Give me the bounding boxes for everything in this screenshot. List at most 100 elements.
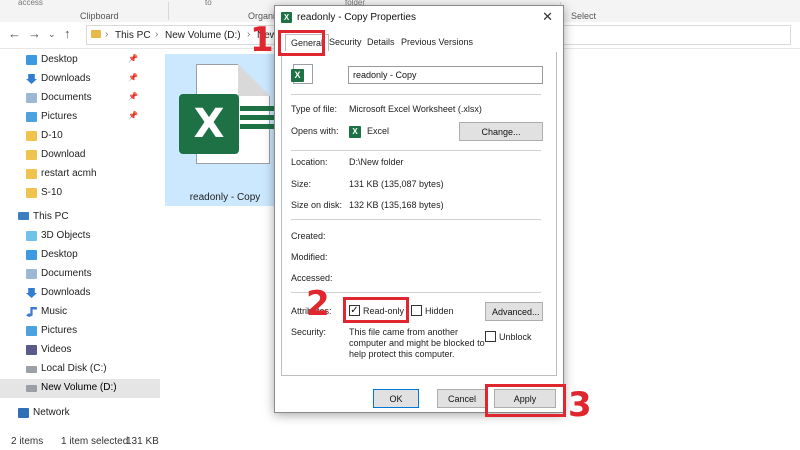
ribbon-to-label: to	[205, 0, 212, 7]
sidebar-item-downloads[interactable]: Downloads 📌	[0, 70, 160, 89]
created-label: Created:	[291, 231, 326, 241]
excel-icon: X	[179, 94, 239, 154]
tab-previous-versions[interactable]: Previous Versions	[401, 37, 473, 47]
sidebar-item-label: Music	[41, 306, 68, 317]
sidebar-item-documents[interactable]: Documents 📌	[0, 89, 160, 108]
sidebar-item-label: Pictures	[41, 325, 78, 336]
close-icon[interactable]: ✕	[542, 9, 553, 25]
sidebar-item-label: New Volume (D:)	[41, 382, 117, 393]
folder-icon	[91, 30, 101, 38]
chevron-right-icon[interactable]: ›	[155, 29, 158, 40]
dialog-title-bar[interactable]: X readonly - Copy Properties ✕	[275, 6, 563, 30]
unblock-checkbox[interactable]	[485, 331, 496, 342]
sidebar-item-label: This PC	[33, 211, 69, 222]
spreadsheet-lines-icon	[240, 106, 276, 146]
sidebar-item-network[interactable]: Network	[0, 404, 160, 423]
sidebar-item-label: 3D Objects	[41, 230, 91, 241]
sidebar-item-label: D-10	[41, 130, 63, 141]
breadcrumb-this-pc[interactable]: This PC	[115, 30, 151, 41]
sidebar-item-restart-acmh[interactable]: restart acmh	[0, 165, 160, 184]
advanced-button[interactable]: Advanced...	[485, 302, 543, 321]
opens-with-value: Excel	[367, 126, 390, 136]
folder-icon	[26, 131, 37, 141]
sidebar-item-label: Documents	[41, 92, 92, 103]
pin-icon[interactable]: 📌	[128, 92, 138, 101]
step-2-highlight-box	[343, 297, 409, 323]
chevron-right-icon[interactable]: ›	[105, 29, 108, 40]
recent-locations-chevron-icon[interactable]: ⌄	[48, 29, 56, 40]
sidebar-item-label: Documents	[41, 268, 92, 279]
sidebar-item-downloads-pc[interactable]: Downloads	[0, 284, 160, 303]
excel-icon: X	[349, 126, 361, 138]
status-size: 131 KB	[126, 436, 159, 447]
breadcrumb-new-volume[interactable]: New Volume (D:)	[165, 30, 241, 41]
tab-details[interactable]: Details	[367, 37, 395, 47]
tab-security[interactable]: Security	[329, 37, 362, 47]
videos-icon	[26, 345, 37, 355]
documents-icon	[26, 269, 37, 279]
sidebar-item-desktop-pc[interactable]: Desktop	[0, 246, 160, 265]
file-name: readonly - Copy	[189, 192, 261, 203]
security-text-line-2: computer and might be blocked to	[349, 338, 485, 348]
folder-icon	[26, 150, 37, 160]
disk-icon	[26, 385, 37, 392]
sidebar-item-label: Desktop	[41, 249, 78, 260]
excel-icon: X	[281, 12, 292, 23]
sidebar-item-music[interactable]: Music	[0, 303, 160, 322]
sidebar-item-3d-objects[interactable]: 3D Objects	[0, 227, 160, 246]
size-label: Size:	[291, 179, 312, 189]
sidebar-item-documents-pc[interactable]: Documents	[0, 265, 160, 284]
size-on-disk-label: Size on disk:	[291, 200, 343, 210]
documents-icon	[26, 93, 37, 103]
forward-arrow-icon[interactable]: →	[28, 26, 41, 41]
sidebar-item-pictures[interactable]: Pictures 📌	[0, 108, 160, 127]
sidebar-item-download[interactable]: Download	[0, 146, 160, 165]
downloads-icon	[26, 74, 37, 84]
sidebar-item-new-volume-d[interactable]: New Volume (D:)	[0, 379, 160, 398]
sidebar-item-desktop[interactable]: Desktop 📌	[0, 51, 160, 70]
unblock-label[interactable]: Unblock	[499, 332, 532, 342]
step-2-number: 2	[306, 284, 330, 324]
location-value: D:\New folder	[349, 157, 404, 167]
pin-icon[interactable]: 📌	[128, 111, 138, 120]
excel-icon: X	[291, 69, 304, 82]
step-1-number: 1	[250, 20, 274, 60]
sidebar-item-pictures-pc[interactable]: Pictures	[0, 322, 160, 341]
type-of-file-value: Microsoft Excel Worksheet (.xlsx)	[349, 104, 482, 114]
divider	[291, 150, 541, 151]
divider	[291, 94, 541, 95]
file-item-readonly-copy[interactable]: X readonly - Copy	[165, 54, 285, 206]
cancel-button[interactable]: Cancel	[437, 389, 487, 408]
type-of-file-label: Type of file:	[291, 104, 338, 114]
desktop-icon	[26, 250, 37, 260]
security-text-line-3: help protect this computer.	[349, 349, 455, 359]
navigation-pane: Desktop 📌 Downloads 📌 Documents 📌 Pictur…	[0, 48, 160, 433]
sidebar-item-label: Desktop	[41, 54, 78, 65]
hidden-checkbox[interactable]	[411, 305, 422, 316]
sidebar-item-label: S-10	[41, 187, 63, 198]
downloads-icon	[26, 288, 37, 298]
ribbon-access-label: access	[18, 0, 43, 7]
properties-dialog: X readonly - Copy Properties ✕ General S…	[274, 5, 564, 413]
dialog-title: readonly - Copy Properties	[297, 12, 416, 23]
hidden-label[interactable]: Hidden	[425, 306, 454, 316]
up-arrow-icon[interactable]: ↑	[64, 26, 71, 41]
ribbon-select-label: Select	[571, 11, 597, 21]
sidebar-item-label: Videos	[41, 344, 72, 355]
pin-icon[interactable]: 📌	[128, 54, 138, 63]
sidebar-item-videos[interactable]: Videos	[0, 341, 160, 360]
3d-objects-icon	[26, 231, 37, 241]
ok-button[interactable]: OK	[373, 389, 419, 408]
back-arrow-icon[interactable]: ←	[8, 26, 21, 41]
sidebar-item-local-disk-c[interactable]: Local Disk (C:)	[0, 360, 160, 379]
sidebar-item-d-10[interactable]: D-10	[0, 127, 160, 146]
sidebar-item-this-pc[interactable]: This PC	[0, 208, 160, 227]
sidebar-item-label: Local Disk (C:)	[41, 363, 107, 374]
change-button[interactable]: Change...	[459, 122, 543, 141]
pin-icon[interactable]: 📌	[128, 73, 138, 82]
accessed-label: Accessed:	[291, 273, 333, 283]
sidebar-item-s-10[interactable]: S-10	[0, 184, 160, 203]
sidebar-item-label: Pictures	[41, 111, 78, 122]
status-bar: 2 items 1 item selected 131 KB	[0, 433, 800, 450]
file-name-field[interactable]	[348, 66, 543, 84]
